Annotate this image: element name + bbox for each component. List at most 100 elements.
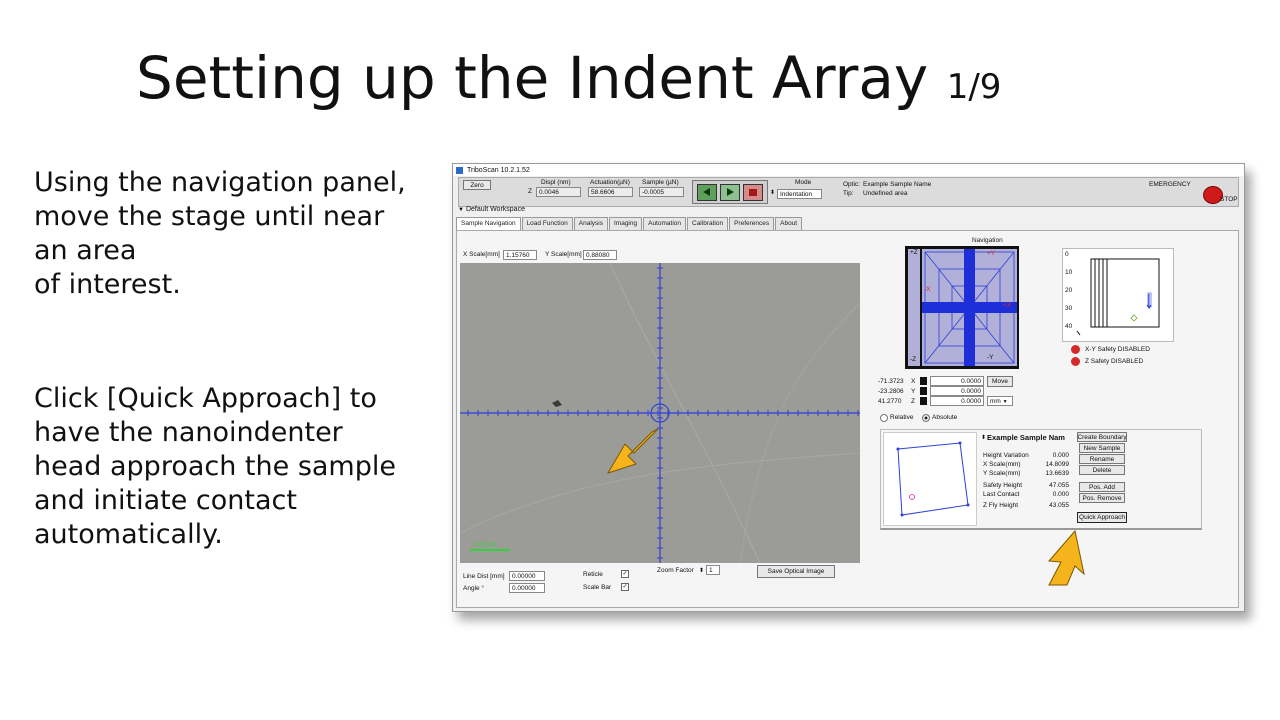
yscale-mm-value: 13.6639 bbox=[1045, 470, 1070, 477]
actuation-header: Actuation(µN) bbox=[590, 179, 630, 186]
forward-arrow-icon bbox=[727, 188, 734, 196]
sample-boundary-plot bbox=[883, 432, 977, 526]
tab-load-function[interactable]: Load Function bbox=[521, 217, 573, 230]
quick-approach-button[interactable]: Quick Approach bbox=[1077, 512, 1127, 523]
workspace-selector[interactable]: ▼ Default Workspace bbox=[458, 206, 525, 213]
xy-navigator[interactable]: +Z -Z +Y -Y -X +X bbox=[905, 246, 1019, 369]
xscale-mm-label: X Scale(mm) bbox=[983, 461, 1021, 468]
stop-label: STOP bbox=[1220, 196, 1238, 203]
instruction-paragraph-2: Click [Quick Approach] to have the nanoi… bbox=[34, 383, 396, 550]
z-safety-text: Z Safety DISABLED bbox=[1085, 358, 1144, 365]
z-safety-indicator bbox=[1071, 357, 1080, 366]
tab-imaging[interactable]: Imaging bbox=[608, 217, 643, 230]
x-go-button[interactable] bbox=[920, 377, 927, 385]
xscale-field: 1.15760 bbox=[503, 250, 537, 260]
sample-info-box: ⬍ Example Sample Nam Height Variation 0.… bbox=[880, 429, 1202, 530]
displ-header: Displ (nm) bbox=[541, 179, 571, 186]
emergency-label: EMERGENCY bbox=[1149, 181, 1191, 188]
z-position-plot: 0 10 20 30 40 bbox=[1062, 248, 1174, 342]
y-axis-label: Y bbox=[911, 388, 916, 395]
relative-radio[interactable] bbox=[880, 414, 888, 422]
tab-preferences[interactable]: Preferences bbox=[729, 217, 775, 230]
unit-select[interactable]: mm ▼ bbox=[987, 396, 1013, 406]
safety-height-label: Safety Height bbox=[983, 482, 1023, 489]
line-dist-field[interactable]: 0.00000 bbox=[509, 571, 545, 581]
yscale-label: Y Scale[mm] bbox=[545, 251, 582, 258]
slide-page-indicator: 1/9 bbox=[946, 67, 1002, 107]
zfly-height-label: Z Fly Height bbox=[983, 502, 1019, 509]
absolute-radio[interactable] bbox=[922, 414, 930, 422]
move-y-field[interactable]: 0.0000 bbox=[930, 386, 984, 396]
slide-title: Setting up the Indent Array 1/9 bbox=[136, 38, 1001, 127]
status-toolbar: Zero Displ (nm) Actuation(µN) Sample (µN… bbox=[458, 177, 1239, 207]
xscale-label: X Scale[mm] bbox=[463, 251, 500, 258]
line-dist-label: Line Dist [mm] bbox=[463, 573, 505, 580]
workspace-label: Default Workspace bbox=[465, 206, 525, 213]
sample-spin-icon[interactable]: ⬍ bbox=[981, 434, 986, 441]
scalebar-option: Scale Bar bbox=[583, 584, 612, 591]
minus-z-label: -Z bbox=[910, 356, 917, 363]
tab-automation[interactable]: Automation bbox=[643, 217, 686, 230]
tab-about[interactable]: About bbox=[775, 217, 803, 230]
angle-label: Angle ° bbox=[463, 585, 485, 592]
chevron-down-icon: ▼ bbox=[458, 206, 464, 213]
sample-name: Example Sample Nam bbox=[987, 433, 1065, 442]
pos-add-button[interactable]: Pos. Add bbox=[1079, 482, 1125, 492]
tip-label: Tip: bbox=[843, 190, 854, 197]
create-boundary-button[interactable]: Create Boundary bbox=[1077, 432, 1127, 442]
chevron-down-icon: ▼ bbox=[1002, 399, 1008, 405]
save-optical-image-button[interactable]: Save Optical Image bbox=[757, 565, 835, 578]
instruction-paragraph-1: Using the navigation panel, move the sta… bbox=[34, 167, 406, 300]
reticle-checkbox[interactable]: ✓ bbox=[621, 570, 629, 578]
mode-spin-icon[interactable]: ⬍ bbox=[770, 189, 775, 196]
zoom-field[interactable]: 1 bbox=[706, 565, 720, 575]
last-contact-value: 0.000 bbox=[1052, 491, 1069, 498]
navigation-title: Navigation bbox=[972, 237, 1003, 244]
pointer-arrow-icon bbox=[606, 428, 659, 474]
move-button[interactable]: Move bbox=[987, 376, 1013, 387]
app-icon bbox=[456, 166, 463, 174]
new-sample-button[interactable]: New Sample bbox=[1079, 443, 1125, 453]
y-go-button[interactable] bbox=[920, 387, 927, 395]
move-z-field[interactable]: 0.0000 bbox=[930, 396, 984, 406]
optical-image-view[interactable]: 100 µm bbox=[460, 263, 860, 563]
relative-label: Relative bbox=[890, 414, 914, 421]
xy-safety-indicator bbox=[1071, 345, 1080, 354]
forward-button[interactable] bbox=[720, 184, 740, 201]
z-label: Z bbox=[528, 188, 532, 195]
tab-sample-navigation[interactable]: Sample Navigation bbox=[456, 217, 521, 231]
z-jog-bar[interactable] bbox=[908, 249, 920, 366]
stop-motion-button[interactable] bbox=[743, 184, 763, 201]
angle-field[interactable]: 0.00000 bbox=[509, 583, 545, 593]
yscale-mm-label: Y Scale(mm) bbox=[983, 470, 1021, 477]
sample-header: Sample (µN) bbox=[642, 179, 679, 186]
pos-remove-button[interactable]: Pos. Remove bbox=[1079, 493, 1125, 503]
z-go-button[interactable] bbox=[920, 397, 927, 405]
sample-value: -0.0005 bbox=[639, 187, 684, 197]
mode-label: Mode bbox=[795, 179, 812, 186]
height-variation-value: 0.000 bbox=[1052, 452, 1069, 459]
zero-button[interactable]: Zero bbox=[463, 180, 491, 190]
minus-y-label: -Y bbox=[987, 354, 994, 361]
zfly-height-value: 43.055 bbox=[1049, 502, 1069, 509]
move-x-field[interactable]: 0.0000 bbox=[930, 376, 984, 386]
sample-navigation-panel: X Scale[mm] 1.15760 Y Scale[mm] 0.88080 … bbox=[456, 230, 1239, 608]
scale-bar-checkbox[interactable]: ✓ bbox=[621, 583, 629, 591]
zoom-spin-icon[interactable]: ⬍ bbox=[699, 567, 704, 574]
safety-height-value: 47.055 bbox=[1049, 482, 1069, 489]
height-variation-label: Height Variation bbox=[983, 452, 1029, 459]
plus-z-label: +Z bbox=[910, 249, 918, 256]
minus-x-label: -X bbox=[924, 286, 931, 293]
mode-field[interactable]: Indentation bbox=[777, 189, 822, 199]
stop-motion-icon bbox=[749, 189, 757, 196]
xy-safety-text: X-Y Safety DISABLED bbox=[1085, 346, 1150, 353]
tab-calibration[interactable]: Calibration bbox=[687, 217, 729, 230]
scale-bar-text: 100 µm bbox=[474, 541, 496, 548]
back-button[interactable] bbox=[697, 184, 717, 201]
tab-analysis[interactable]: Analysis bbox=[573, 217, 608, 230]
delete-button[interactable]: Delete bbox=[1079, 465, 1125, 475]
quick-approach-arrow-icon bbox=[1047, 529, 1085, 586]
yscale-field: 0.88080 bbox=[583, 250, 617, 260]
plus-x-label: +X bbox=[1003, 302, 1012, 309]
rename-button[interactable]: Rename bbox=[1079, 454, 1125, 464]
